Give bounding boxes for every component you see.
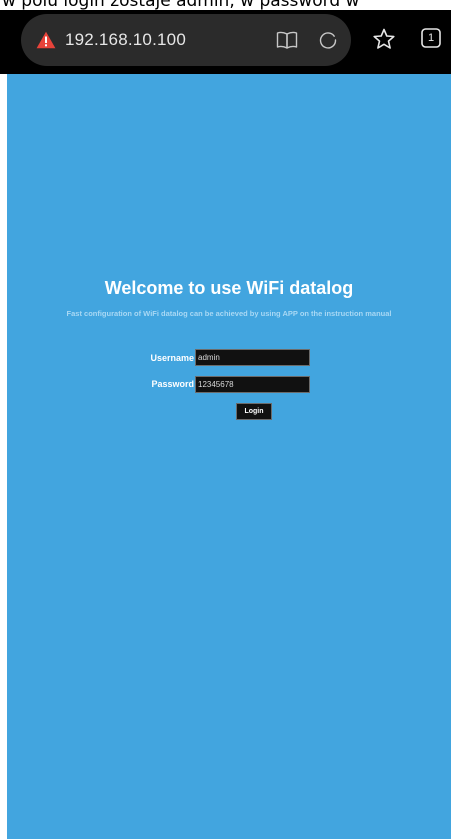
star-icon[interactable] xyxy=(373,28,395,50)
caption-strip: w polu login zostaje admin, w password w xyxy=(0,0,451,10)
url-text[interactable]: 192.168.10.100 xyxy=(65,29,186,51)
password-label: Password xyxy=(151,379,194,389)
page-title: Welcome to use WiFi datalog xyxy=(104,278,354,298)
username-label: Username xyxy=(150,353,194,363)
page-subtitle: Fast configuration of WiFi datalog can b… xyxy=(66,309,392,318)
login-button[interactable]: Login xyxy=(236,403,272,420)
web-page: Welcome to use WiFi datalog Fast configu… xyxy=(7,74,451,839)
address-bar[interactable]: 192.168.10.100 xyxy=(21,14,351,66)
caption-text: w polu login zostaje admin, w password w xyxy=(2,0,360,10)
browser-toolbar: 192.168.10.100 1 xyxy=(0,10,451,74)
warning-icon[interactable] xyxy=(36,31,56,49)
username-input[interactable] xyxy=(195,349,310,366)
tab-count: 1 xyxy=(427,32,435,44)
book-icon[interactable] xyxy=(276,30,298,50)
password-input[interactable] xyxy=(195,376,310,393)
tabs-button[interactable]: 1 xyxy=(420,27,442,49)
reload-icon[interactable] xyxy=(318,30,338,50)
